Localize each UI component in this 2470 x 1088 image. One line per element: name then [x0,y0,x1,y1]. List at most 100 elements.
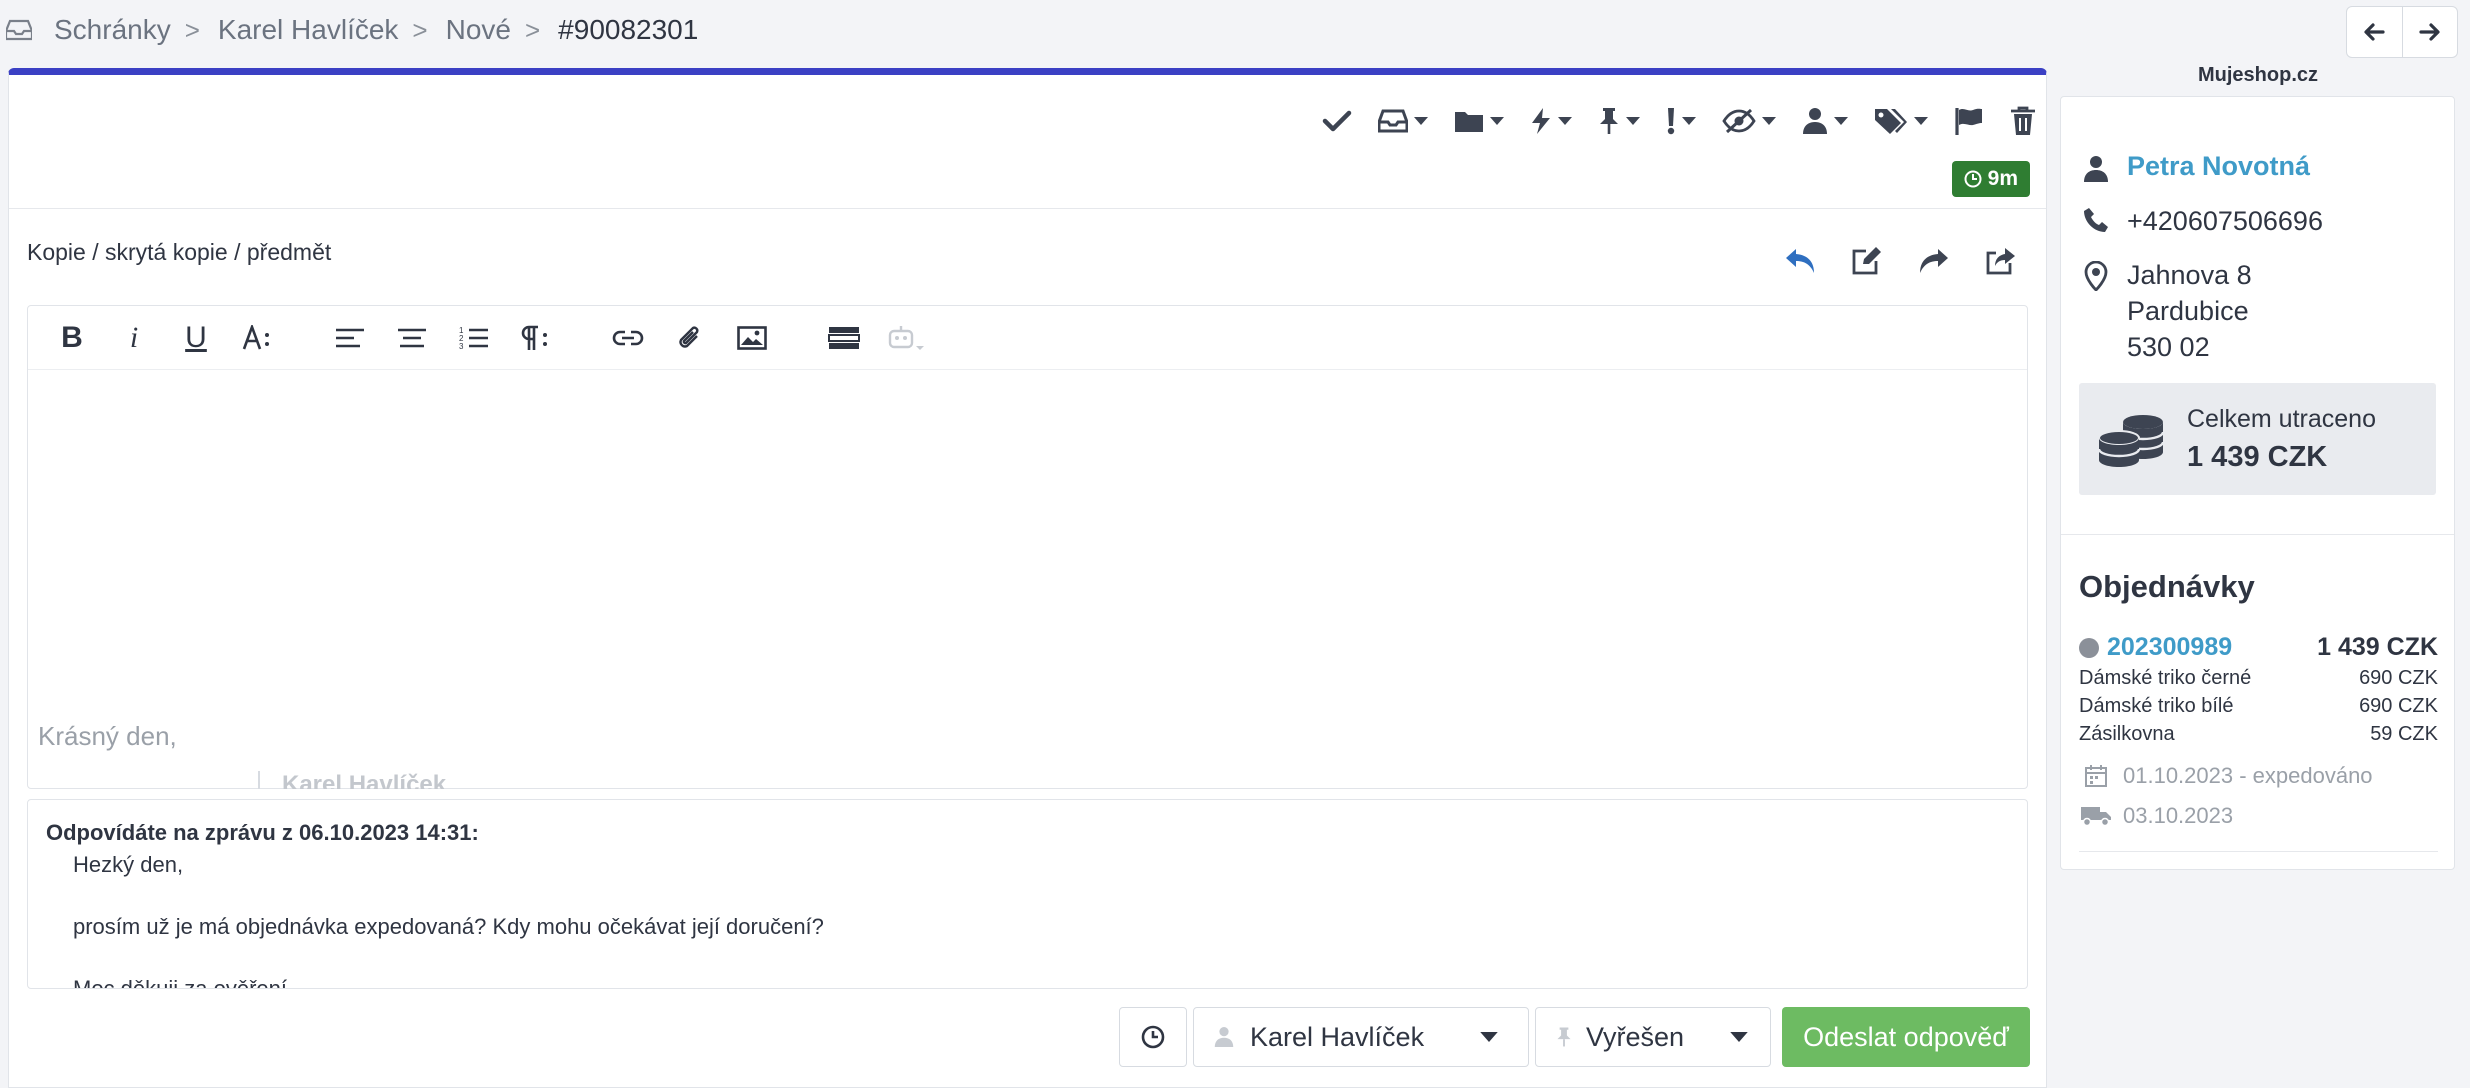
next-ticket-button[interactable] [2401,7,2458,57]
chevron-down-icon [1730,1032,1748,1042]
numbered-list-icon: 123 [459,326,488,350]
coins-icon [2097,415,2165,467]
send-reply-button[interactable]: Odeslat odpověď [1782,1007,2030,1067]
phone-icon [2084,208,2108,232]
divider [2079,851,2438,852]
font-size-button[interactable] [236,316,280,360]
italic-icon: i [129,320,139,354]
user-icon [1803,108,1827,134]
shop-name: Mujeshop.cz [2197,64,2318,86]
automation-button[interactable] [1530,101,1572,141]
divider [9,208,2046,209]
image-button[interactable] [730,316,774,360]
attach-button[interactable] [668,316,712,360]
link-button[interactable] [606,316,650,360]
note-button[interactable] [1852,247,1882,280]
priority-button[interactable] [1666,101,1696,141]
status-value: Vyřešen [1586,1021,1685,1052]
edit-icon [1852,247,1881,275]
customer-sidebar: Petra Novotná +420607506696 Jahnova 8 Pa… [2060,96,2455,870]
reply-editor[interactable]: B i U 123 Krásný den, Karel Havlíček [27,305,2028,789]
breadcrumb-new[interactable]: Nové [446,14,511,46]
chevron-down-icon [1490,117,1504,125]
top-bar: Schránky > Karel Havlíček > Nové > #9008… [0,0,2470,64]
reply-button[interactable] [1784,248,1816,279]
ticket-nav [2346,6,2458,58]
folder-button[interactable] [1454,101,1504,141]
snooze-button[interactable] [1119,1007,1187,1067]
template-button[interactable] [822,316,866,360]
share-icon [1986,248,2015,275]
chevron-down-icon [1480,1032,1498,1042]
calendar-icon [2085,765,2107,787]
underline-button[interactable]: U [174,316,218,360]
chevron-down-icon [1626,117,1640,125]
arrow-left-icon [2364,23,2385,41]
address-street: Jahnova 8 [2127,260,2252,290]
ticket-panel: 9m Kopie / skrytá kopie / předmět B i U [8,68,2047,1088]
assignee-value: Karel Havlíček [1250,1021,1425,1052]
robot-icon [888,325,924,350]
order-total: 1 439 CZK [2317,633,2438,661]
status-select[interactable]: Vyřešen [1535,1007,1771,1067]
reply-footer: Karel Havlíček Vyřešen Odeslat odpověď [9,1007,2046,1071]
align-center-button[interactable] [390,316,434,360]
quoted-header: Odpovídáte na zprávu z 06.10.2023 14:31: [46,820,479,845]
editor-greeting: Krásný den, [38,721,177,751]
move-inbox-button[interactable] [1378,101,1428,141]
chevron-down-icon [1558,117,1572,125]
tags-button[interactable] [1874,101,1928,141]
breadcrumb-ticket-id: #90082301 [558,14,699,45]
align-left-button[interactable] [328,316,372,360]
resolve-button[interactable] [1322,101,1352,141]
bold-icon: B [61,320,83,354]
order-item-price: 690 CZK [2359,695,2438,717]
breadcrumb-separator: > [184,14,200,45]
pin-button[interactable] [1598,101,1640,141]
list-button[interactable]: 123 [452,316,496,360]
assignee-select[interactable]: Karel Havlíček [1193,1007,1529,1067]
flag-button[interactable] [1954,101,1984,141]
order-shipped-row: 01.10.2023 - expedováno [2079,763,2373,789]
paragraph-button[interactable] [514,316,558,360]
clock-icon [1141,1025,1165,1049]
orders-title: Objednávky [2079,569,2255,604]
bold-button[interactable]: B [50,316,94,360]
align-center-icon [398,328,426,347]
prev-ticket-button[interactable] [2347,7,2402,57]
total-spent-label: Celkem utraceno [2187,405,2376,433]
visibility-button[interactable] [1722,101,1776,141]
total-spent-value: 1 439 CZK [2187,441,2328,473]
template-icon [828,326,860,349]
editor-toolbar: B i U 123 [28,306,2027,370]
trash-icon [2011,106,2035,135]
share-button[interactable] [1986,247,2016,280]
customer-phone-row: +420607506696 [2079,203,2323,239]
customer-name[interactable]: Petra Novotná [2127,151,2310,182]
editor-signature: Karel Havlíček [258,771,446,789]
order-item-price: 59 CZK [2370,723,2438,745]
time-badge-value: 9m [1987,167,2018,190]
order-number-link[interactable]: 202300989 [2107,633,2232,662]
assign-user-button[interactable] [1802,101,1848,141]
truck-icon [2081,807,2111,827]
ai-assistant-button[interactable] [884,316,928,360]
customer-phone[interactable]: +420607506696 [2127,203,2323,239]
forward-button[interactable] [1918,248,1950,279]
order-item-price: 690 CZK [2359,667,2438,689]
reply-actions [1784,247,2016,280]
breadcrumb: Schránky > Karel Havlíček > Nové > #9008… [6,10,698,50]
order-item-name: Zásilkovna [2079,723,2175,745]
paragraph-icon [521,325,547,350]
order-item-name: Dámské triko bílé [2079,695,2234,717]
pin-icon [1600,108,1618,134]
order-item: Dámské triko bílé 690 CZK [2079,695,2438,718]
inbox-icon [1378,109,1408,133]
breadcrumb-user[interactable]: Karel Havlíček [218,14,399,46]
cc-bcc-subject-link[interactable]: Kopie / skrytá kopie / předmět [27,239,331,266]
bolt-icon [1532,108,1550,134]
quoted-message: Odpovídáte na zprávu z 06.10.2023 14:31:… [27,799,2028,989]
breadcrumb-inboxes[interactable]: Schránky [54,14,171,46]
italic-button[interactable]: i [112,316,156,360]
delete-button[interactable] [2010,101,2036,141]
